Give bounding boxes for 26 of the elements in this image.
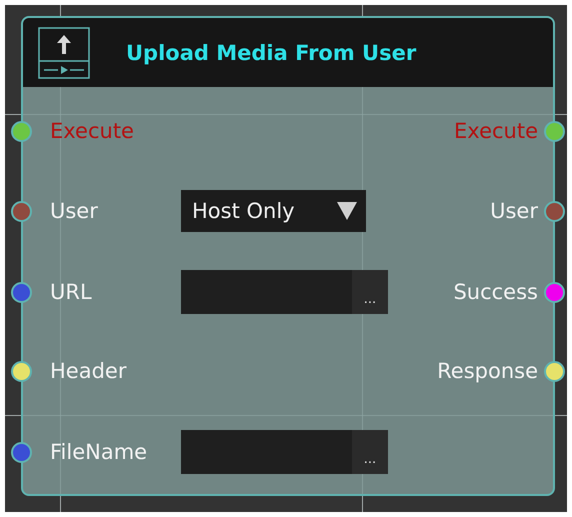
pin-label: Execute: [454, 119, 538, 143]
dropdown-arrow-icon: [336, 201, 358, 221]
pin-label: User: [490, 199, 538, 223]
pin-label: Execute: [50, 119, 134, 143]
output-pin[interactable]: [544, 120, 565, 142]
browse-button[interactable]: ...: [352, 270, 388, 314]
pin-label: Success: [453, 280, 538, 304]
dropdown[interactable]: Host Only: [181, 190, 366, 232]
output-pin[interactable]: [544, 200, 565, 222]
upload-icon: [38, 26, 90, 78]
output-pin[interactable]: [544, 360, 565, 382]
input-pin[interactable]: [11, 200, 32, 222]
input-pin[interactable]: [11, 442, 32, 462]
node-title: Upload Media From User: [126, 40, 416, 64]
pin-label: FileName: [50, 440, 148, 464]
input-pin[interactable]: [11, 360, 32, 382]
input-field[interactable]: ...: [181, 270, 388, 314]
input-pin[interactable]: [11, 282, 32, 302]
pin-label: Header: [50, 359, 126, 383]
input-field[interactable]: ...: [181, 430, 388, 474]
pin-label: Response: [437, 359, 538, 383]
input-pin[interactable]: [11, 120, 32, 142]
browse-button[interactable]: ...: [352, 430, 388, 474]
output-pin[interactable]: [544, 282, 565, 302]
pin-label: URL: [50, 280, 92, 304]
pin-label: User: [50, 199, 98, 223]
